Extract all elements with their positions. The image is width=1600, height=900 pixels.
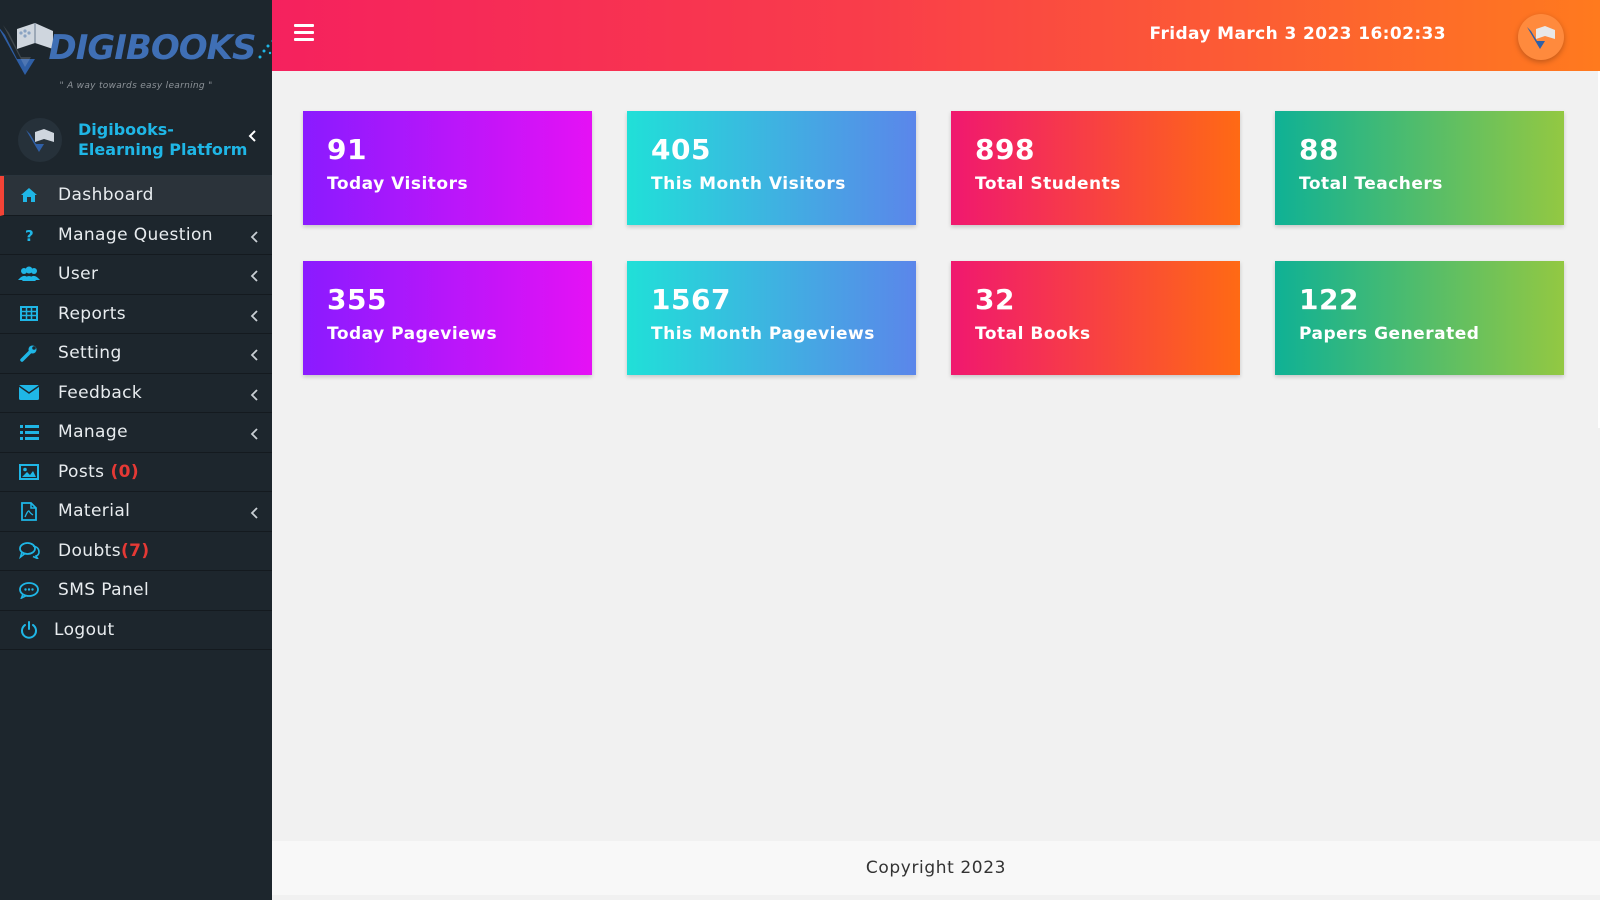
stat-card-month-visitors[interactable]: 405 This Month Visitors xyxy=(627,111,916,225)
sidebar-item-label: Material xyxy=(58,501,131,522)
stat-value: 122 xyxy=(1299,283,1359,316)
stat-value: 898 xyxy=(975,133,1035,166)
doubts-count-badge: (7) xyxy=(120,540,150,561)
sidebar-item-manage[interactable]: Manage xyxy=(0,413,272,453)
brand-tagline: " A way towards easy learning " xyxy=(59,81,213,91)
book-logo-icon xyxy=(1527,26,1555,49)
sidebar-item-posts[interactable]: Posts (0) xyxy=(0,453,272,492)
sidebar-item-label: Reports xyxy=(58,303,127,324)
user-avatar[interactable] xyxy=(1518,14,1564,60)
sidebar-item-material[interactable]: Material xyxy=(0,492,272,532)
chevron-left-icon xyxy=(250,307,258,327)
stat-card-today-pageviews[interactable]: 355 Today Pageviews xyxy=(303,261,592,375)
wrench-icon xyxy=(18,342,40,364)
profile-name: Digibooks- Elearning Platform xyxy=(78,119,248,159)
sidebar-item-setting[interactable]: Setting xyxy=(0,334,272,374)
stat-label: Total Books xyxy=(975,324,1091,344)
stat-value: 405 xyxy=(651,133,711,166)
sidebar-item-doubts[interactable]: Doubts (7) xyxy=(0,532,272,571)
stat-card-today-visitors[interactable]: 91 Today Visitors xyxy=(303,111,592,225)
sidebar: DIGIBOOKS " A way towards easy learning … xyxy=(0,0,277,900)
envelope-icon xyxy=(18,382,40,404)
stat-label: Papers Generated xyxy=(1299,324,1480,344)
stat-value: 32 xyxy=(975,283,1015,316)
sidebar-item-reports[interactable]: Reports xyxy=(0,295,272,334)
book-logo-icon xyxy=(0,23,53,75)
sidebar-item-user[interactable]: User xyxy=(0,255,272,295)
chevron-left-icon[interactable] xyxy=(248,130,256,146)
sms-icon xyxy=(18,579,40,601)
sidebar-item-label: Setting xyxy=(58,343,122,364)
list-icon xyxy=(18,421,40,443)
sidebar-item-feedback[interactable]: Feedback xyxy=(0,374,272,413)
stat-value: 1567 xyxy=(651,283,731,316)
stat-card-total-teachers[interactable]: 88 Total Teachers xyxy=(1275,111,1564,225)
table-icon xyxy=(18,303,40,325)
pdf-file-icon xyxy=(18,500,40,522)
chevron-left-icon xyxy=(250,228,258,248)
stat-value: 355 xyxy=(327,283,387,316)
top-header: Friday March 3 2023 16:02:33 xyxy=(272,0,1600,71)
hamburger-icon[interactable] xyxy=(294,24,314,41)
sidebar-item-logout[interactable]: Logout xyxy=(0,611,272,650)
chevron-left-icon xyxy=(250,267,258,287)
sidebar-item-dashboard[interactable]: Dashboard xyxy=(0,176,272,216)
profile-panel: Digibooks- Elearning Platform xyxy=(0,104,272,176)
chevron-left-icon xyxy=(250,504,258,524)
stat-value: 88 xyxy=(1299,133,1339,166)
chevron-left-icon xyxy=(250,386,258,406)
brand-name: DIGIBOOKS xyxy=(48,28,257,68)
sidebar-item-label: SMS Panel xyxy=(58,580,150,601)
stat-value: 91 xyxy=(327,133,367,166)
sidebar-item-label: User xyxy=(58,264,99,285)
sidebar-item-label: Dashboard xyxy=(58,185,154,206)
sidebar-item-label: Doubts xyxy=(58,540,121,561)
stat-card-total-books[interactable]: 32 Total Books xyxy=(951,261,1240,375)
chevron-left-icon xyxy=(250,425,258,445)
power-icon xyxy=(18,619,40,641)
stat-label: Today Pageviews xyxy=(327,324,498,344)
sidebar-item-label: Logout xyxy=(54,619,115,640)
stat-label: This Month Visitors xyxy=(651,174,846,194)
sidebar-item-label: Manage xyxy=(58,422,128,443)
sidebar-menu: Dashboard ? Manage Question User Reports xyxy=(0,176,272,650)
svg-text:?: ? xyxy=(25,227,34,243)
sidebar-item-label: Manage Question xyxy=(58,224,213,245)
brand-logo[interactable]: DIGIBOOKS " A way towards easy learning … xyxy=(0,0,277,104)
stat-label: This Month Pageviews xyxy=(651,324,875,344)
stat-label: Total Students xyxy=(975,174,1121,194)
users-icon xyxy=(18,263,40,285)
sidebar-item-label: Posts xyxy=(58,461,105,482)
posts-count-badge: (0) xyxy=(110,461,140,482)
home-icon xyxy=(18,184,40,206)
comments-icon xyxy=(18,540,40,562)
current-datetime: Friday March 3 2023 16:02:33 xyxy=(1149,24,1446,44)
book-logo-icon xyxy=(26,128,54,152)
stat-card-papers-generated[interactable]: 122 Papers Generated xyxy=(1275,261,1564,375)
chevron-left-icon xyxy=(250,346,258,366)
sidebar-item-manage-question[interactable]: ? Manage Question xyxy=(0,216,272,255)
copyright-text: Copyright 2023 xyxy=(865,858,1007,878)
stat-label: Total Teachers xyxy=(1299,174,1443,194)
stat-card-month-pageviews[interactable]: 1567 This Month Pageviews xyxy=(627,261,916,375)
profile-avatar xyxy=(18,117,62,162)
sidebar-item-label: Feedback xyxy=(58,382,143,403)
sidebar-item-sms-panel[interactable]: SMS Panel xyxy=(0,571,272,611)
image-icon xyxy=(18,461,40,483)
stat-card-total-students[interactable]: 898 Total Students xyxy=(951,111,1240,225)
stat-label: Today Visitors xyxy=(327,174,469,194)
question-icon: ? xyxy=(18,224,40,246)
footer: Copyright 2023 xyxy=(272,841,1600,895)
